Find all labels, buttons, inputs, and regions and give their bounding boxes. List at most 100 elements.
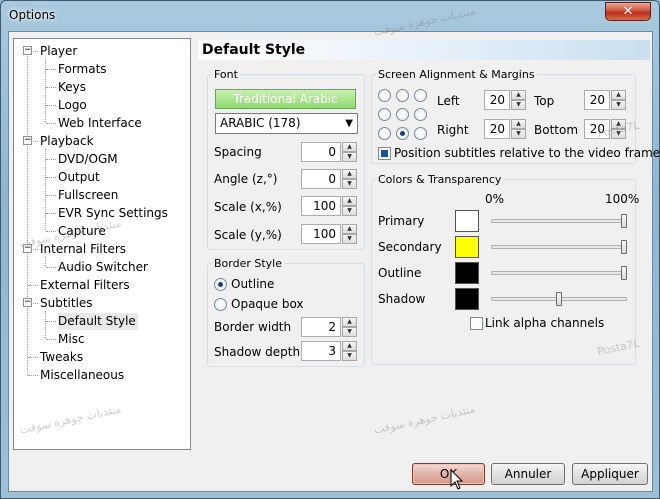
primary-alpha-slider[interactable] — [491, 219, 627, 223]
tree-collapse-icon[interactable]: − — [23, 46, 32, 55]
margin-left-input[interactable]: 20 — [484, 90, 510, 110]
tree-item-player[interactable]: Player — [40, 43, 79, 60]
tree-item-audio-switcher[interactable]: Audio Switcher — [58, 259, 150, 276]
font-select-button[interactable]: Traditional Arabic — [215, 89, 356, 109]
cancel-button[interactable]: Annuler — [491, 463, 565, 485]
tree-connector — [46, 267, 56, 268]
outline-color-swatch[interactable] — [455, 262, 479, 284]
secondary-color-label: Secondary — [378, 240, 442, 254]
tree-branch-line — [45, 257, 46, 266]
scale-x-input[interactable]: 100 — [301, 196, 341, 216]
angle-input[interactable]: 0 — [301, 169, 341, 189]
tree-item-playback[interactable]: Playback — [40, 133, 96, 150]
primary-alpha-slider-thumb[interactable] — [621, 214, 627, 228]
shadow-color-swatch[interactable] — [455, 288, 479, 310]
tree-item-logo[interactable]: Logo — [58, 97, 89, 114]
spacing-up-button[interactable]: ▲ — [342, 142, 357, 152]
tree-connector — [28, 285, 38, 286]
link-alpha-checkbox[interactable] — [470, 317, 483, 330]
angle-label: Angle (z,°) — [214, 172, 278, 186]
tree-connector — [46, 69, 56, 70]
secondary-alpha-slider[interactable] — [491, 245, 627, 249]
secondary-color-swatch[interactable] — [455, 236, 479, 258]
outline-color-label: Outline — [378, 266, 422, 280]
spacing-down-button[interactable]: ▼ — [342, 152, 357, 162]
margin-top-input[interactable]: 20 — [584, 90, 610, 110]
alignment-radio-bottom-right[interactable] — [414, 127, 427, 140]
tree-item-dvd-ogm[interactable]: DVD/OGM — [58, 151, 120, 168]
tree-item-output[interactable]: Output — [58, 169, 102, 186]
scale-y-label: Scale (y,%) — [214, 228, 282, 242]
opaque-box-radio[interactable] — [214, 298, 227, 311]
tree-connector — [46, 339, 56, 340]
border-width-down-button[interactable]: ▼ — [342, 327, 357, 337]
secondary-alpha-slider-thumb[interactable] — [621, 240, 627, 254]
tree-connector — [28, 357, 38, 358]
scale-y-input[interactable]: 100 — [301, 224, 341, 244]
alignment-radio-middle-right[interactable] — [414, 108, 427, 121]
alignment-legend: Screen Alignment & Margins — [378, 68, 535, 81]
alignment-radio-bottom-left[interactable] — [378, 127, 391, 140]
close-button[interactable]: ✕ — [605, 2, 651, 21]
tree-collapse-icon[interactable]: − — [23, 136, 32, 145]
tree-item-fullscreen[interactable]: Fullscreen — [58, 187, 120, 204]
tree-connector — [46, 87, 56, 88]
alignment-radio-middle-left[interactable] — [378, 108, 391, 121]
tree-connector — [46, 105, 56, 106]
shadow-depth-down-button[interactable]: ▼ — [342, 351, 357, 361]
ok-button[interactable]: OK — [412, 463, 485, 485]
alignment-radio-top-right[interactable] — [414, 89, 427, 102]
tree-item-subtitles[interactable]: Subtitles — [40, 295, 95, 312]
alignment-radio-middle-center[interactable] — [396, 108, 409, 121]
spacing-input[interactable]: 0 — [301, 142, 341, 162]
scale-y-down-button[interactable]: ▼ — [342, 234, 357, 244]
margin-left-down-button[interactable]: ▼ — [511, 100, 526, 110]
shadow-depth-up-button[interactable]: ▲ — [342, 341, 357, 351]
angle-up-button[interactable]: ▲ — [342, 169, 357, 179]
margin-left-up-button[interactable]: ▲ — [511, 90, 526, 100]
alignment-radio-top-center[interactable] — [396, 89, 409, 102]
position-relative-label: Position subtitles relative to the video… — [394, 146, 660, 160]
tree-item-misc[interactable]: Misc — [58, 331, 87, 348]
alignment-radio-top-left[interactable] — [378, 89, 391, 102]
outline-radio[interactable] — [214, 278, 227, 291]
shadow-alpha-slider-thumb[interactable] — [556, 292, 562, 306]
primary-color-swatch[interactable] — [455, 210, 479, 232]
tree-collapse-icon[interactable]: − — [23, 298, 32, 307]
tree-item-default-style[interactable]: Default Style — [58, 313, 138, 330]
scale-y-up-button[interactable]: ▲ — [342, 224, 357, 234]
outline-alpha-slider[interactable] — [491, 271, 627, 275]
tree-item-web-interface[interactable]: Web Interface — [58, 115, 144, 132]
scale-x-up-button[interactable]: ▲ — [342, 196, 357, 206]
border-width-up-button[interactable]: ▲ — [342, 317, 357, 327]
tree-item-external-filters[interactable]: External Filters — [40, 277, 132, 294]
scale-x-down-button[interactable]: ▼ — [342, 206, 357, 216]
tree-item-miscellaneous[interactable]: Miscellaneous — [40, 367, 126, 384]
tree-item-keys[interactable]: Keys — [58, 79, 88, 96]
border-width-input[interactable]: 2 — [301, 317, 341, 337]
alignment-radio-bottom-center[interactable] — [396, 127, 409, 140]
margin-right-down-button[interactable]: ▼ — [511, 129, 526, 139]
outline-alpha-slider-thumb[interactable] — [621, 266, 627, 280]
margin-right-up-button[interactable]: ▲ — [511, 119, 526, 129]
dialog-client-area: − Player Formats Keys Logo Web Interface − Play… — [8, 31, 660, 492]
tree-item-formats[interactable]: Formats — [58, 61, 109, 78]
shadow-depth-input[interactable]: 3 — [301, 341, 341, 361]
tree-connector — [46, 177, 56, 178]
margin-top-down-button[interactable]: ▼ — [611, 100, 626, 110]
title-bar[interactable]: Options ✕ — [1, 1, 659, 31]
position-relative-checkbox[interactable] — [378, 147, 391, 160]
mouse-cursor-icon — [450, 469, 464, 490]
angle-down-button[interactable]: ▼ — [342, 179, 357, 189]
window-title: Options — [9, 8, 56, 22]
spacing-label: Spacing — [214, 145, 262, 159]
border-width-label: Border width — [214, 320, 292, 334]
tree-connector — [46, 159, 56, 160]
charset-dropdown[interactable]: ARABIC (178) ▼ — [215, 113, 358, 134]
margin-bottom-label: Bottom — [534, 123, 579, 137]
charset-value: ARABIC (178) — [220, 116, 301, 130]
margin-right-input[interactable]: 20 — [484, 119, 510, 139]
margin-top-up-button[interactable]: ▲ — [611, 90, 626, 100]
apply-button[interactable]: Appliquer — [572, 463, 648, 485]
tree-item-tweaks[interactable]: Tweaks — [40, 349, 85, 366]
